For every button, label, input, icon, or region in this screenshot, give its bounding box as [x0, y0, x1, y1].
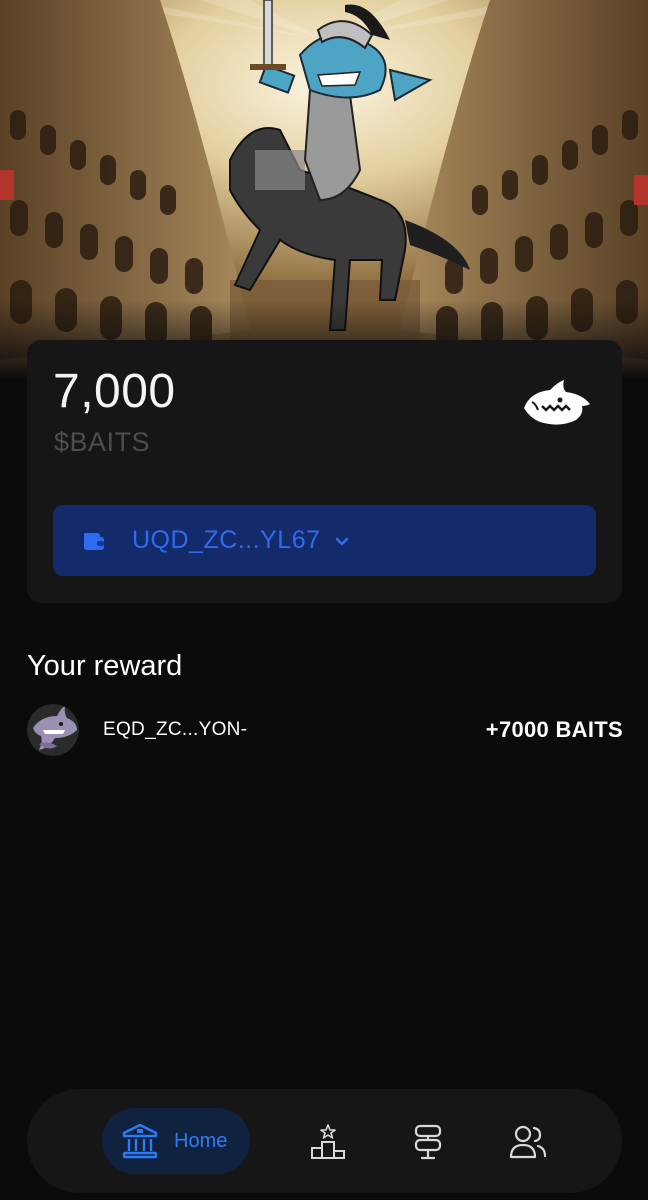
reward-amount: +7000 BAITS: [485, 717, 623, 742]
leaderboard-icon[interactable]: [308, 1122, 348, 1162]
app-screen: 7,000 $BAITS UQD_ZC...YL67 Your reward E…: [0, 0, 648, 1200]
balance-amount: 7,000: [53, 365, 176, 418]
hero-banner: [0, 0, 648, 380]
wallet-icon: [84, 532, 104, 550]
shark-avatar-icon: [27, 704, 79, 756]
wallet-selector-button[interactable]: UQD_ZC...YL67: [53, 505, 596, 576]
reward-section-title: Your reward: [27, 650, 183, 682]
bank-icon: [122, 1123, 158, 1159]
wallet-address: UQD_ZC...YL67: [132, 526, 321, 554]
bottom-navigation: Home: [27, 1089, 622, 1193]
signpost-icon[interactable]: [408, 1122, 448, 1162]
shark-logo-icon: [524, 380, 590, 425]
chevron-down-icon: [335, 537, 348, 545]
reward-address: EQD_ZC...YON-: [103, 719, 248, 740]
nav-item-home[interactable]: Home: [102, 1108, 250, 1174]
balance-card: 7,000 $BAITS UQD_ZC...YL67: [27, 340, 622, 603]
balance-currency: $BAITS: [54, 427, 151, 457]
users-icon[interactable]: [508, 1122, 548, 1162]
reward-list-item: EQD_ZC...YON- +7000 BAITS: [27, 703, 623, 757]
nav-item-home-label: Home: [174, 1129, 228, 1152]
